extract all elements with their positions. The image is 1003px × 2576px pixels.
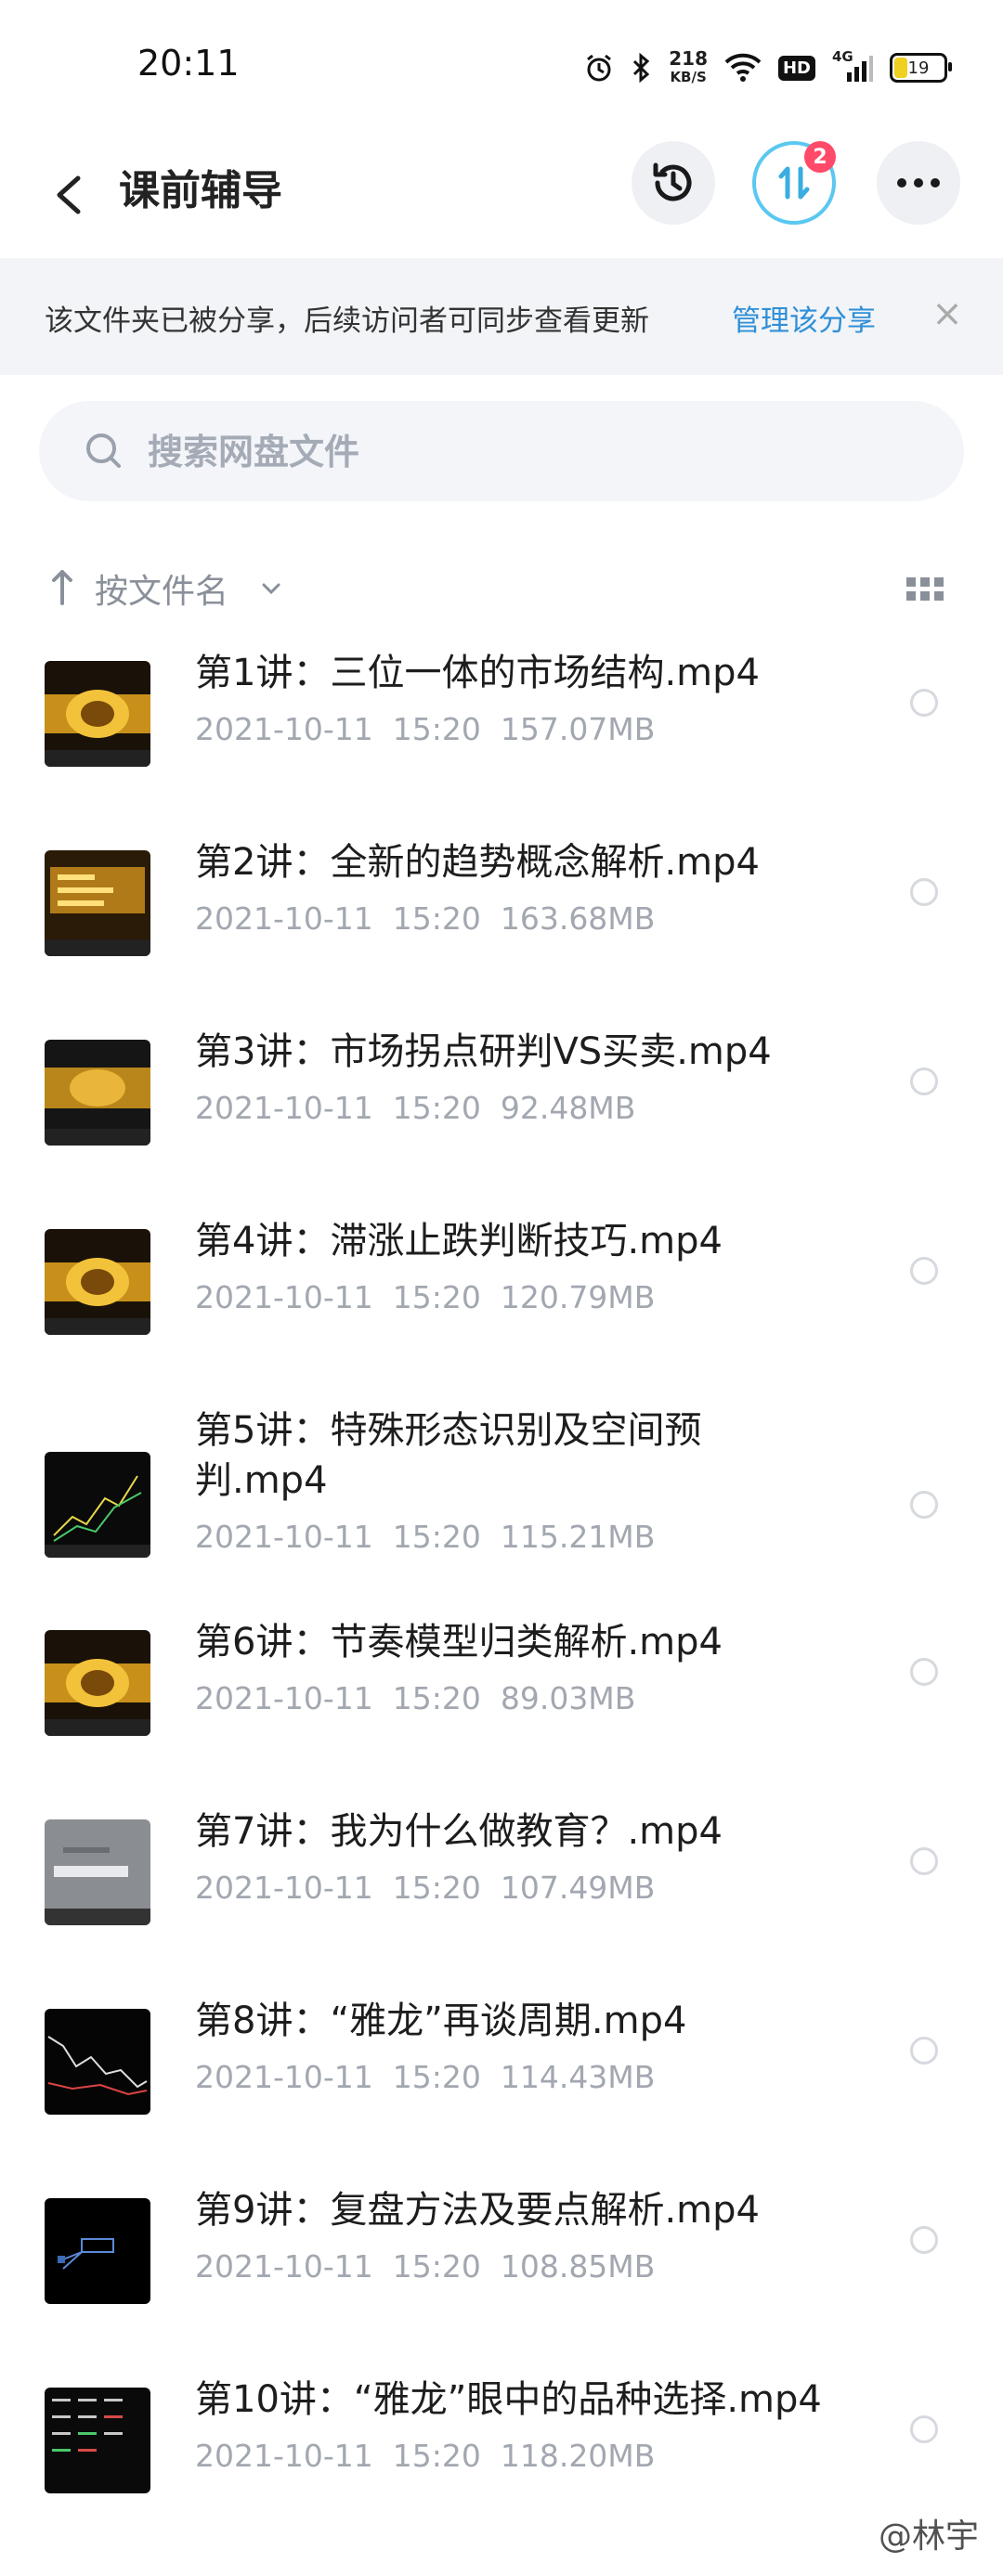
file-row[interactable]: 第3讲：市场拐点研判VS买卖.mp4 2021-10-11 15:20 92.48… xyxy=(0,1019,1003,1209)
file-name: 第3讲：市场拐点研判VS买卖.mp4 xyxy=(195,1030,772,1073)
back-icon[interactable] xyxy=(46,162,93,227)
file-row[interactable]: 第10讲：“雅龙”眼中的品种选择.mp4 2021-10-11 15:20 118… xyxy=(0,2367,1003,2557)
bluetooth-icon xyxy=(633,52,650,84)
sort-arrow-icon[interactable] xyxy=(48,566,76,607)
search-icon xyxy=(86,434,121,468)
alarm-icon xyxy=(587,54,612,82)
file-meta: 2021-10-11 15:20 157.07MB xyxy=(195,711,656,747)
status-time: 20:11 xyxy=(137,43,240,84)
video-thumbnail[interactable] xyxy=(45,1040,150,1146)
share-notice-text: 该文件夹已被分享，后续访问者可同步查看更新 xyxy=(45,304,649,338)
file-text: 第5讲：特殊形态识别及空间预判.mp4 2021-10-11 15:20 115.… xyxy=(195,1405,752,1555)
network-speed-value: 218 xyxy=(669,47,708,70)
file-meta: 2021-10-11 15:20 92.48MB xyxy=(195,1090,636,1126)
network-speed-unit: KB/S xyxy=(670,69,707,85)
file-text: 第9讲：复盘方法及要点解析.mp4 2021-10-11 15:20 108.85… xyxy=(195,2185,901,2285)
select-checkbox[interactable] xyxy=(910,689,938,717)
video-thumbnail[interactable] xyxy=(45,1819,150,1925)
file-list: 第1讲：三位一体的市场结构.mp4 2021-10-11 15:20 157.07… xyxy=(0,641,1003,2557)
select-checkbox[interactable] xyxy=(910,1847,938,1875)
sort-by-name[interactable]: 按文件名 xyxy=(95,564,228,613)
file-meta: 2021-10-11 15:20 163.68MB xyxy=(195,900,656,937)
file-name: 第2讲：全新的趋势概念解析.mp4 xyxy=(195,841,760,884)
file-text: 第6讲：节奏模型归类解析.mp4 2021-10-11 15:20 89.03MB xyxy=(195,1617,901,1716)
video-thumbnail[interactable] xyxy=(45,850,150,956)
more-button[interactable] xyxy=(877,141,960,225)
file-row[interactable]: 第2讲：全新的趋势概念解析.mp4 2021-10-11 15:20 163.68… xyxy=(0,830,1003,1019)
file-name: 第8讲：“雅龙”再谈周期.mp4 xyxy=(195,2000,687,2042)
select-checkbox[interactable] xyxy=(910,878,938,906)
file-name: 第10讲：“雅龙”眼中的品种选择.mp4 xyxy=(195,2378,822,2421)
video-thumbnail[interactable] xyxy=(45,661,150,767)
select-checkbox[interactable] xyxy=(910,1491,938,1519)
file-name: 第4讲：滞涨止跌判断技巧.mp4 xyxy=(195,1220,723,1262)
file-meta: 2021-10-11 15:20 115.21MB xyxy=(195,1519,656,1555)
more-icon xyxy=(897,178,940,188)
file-text: 第3讲：市场拐点研判VS买卖.mp4 2021-10-11 15:20 92.48… xyxy=(195,1027,901,1126)
select-checkbox[interactable] xyxy=(910,1257,938,1285)
file-text: 第10讲：“雅龙”眼中的品种选择.mp4 2021-10-11 15:20 118… xyxy=(195,2375,901,2474)
file-text: 第2讲：全新的趋势概念解析.mp4 2021-10-11 15:20 163.68… xyxy=(195,837,901,937)
file-text: 第7讲：我为什么做教育？.mp4 2021-10-11 15:20 107.49M… xyxy=(195,1806,901,1906)
search-bar[interactable] xyxy=(39,401,964,503)
chevron-down-icon[interactable] xyxy=(258,576,284,602)
file-meta: 2021-10-11 15:20 107.49MB xyxy=(195,1870,656,1906)
file-row[interactable]: 第5讲：特殊形态识别及空间预判.mp4 2021-10-11 15:20 115.… xyxy=(0,1398,1003,1610)
file-meta: 2021-10-11 15:20 120.79MB xyxy=(195,1279,656,1315)
select-checkbox[interactable] xyxy=(910,1068,938,1095)
file-row[interactable]: 第4讲：滞涨止跌判断技巧.mp4 2021-10-11 15:20 120.79M… xyxy=(0,1209,1003,1398)
file-meta: 2021-10-11 15:20 118.20MB xyxy=(195,2438,656,2474)
video-thumbnail[interactable] xyxy=(45,2009,150,2115)
signal-label: 4G xyxy=(832,48,853,65)
wifi-icon xyxy=(724,53,762,82)
sort-row: 按文件名 xyxy=(0,557,1003,622)
battery-icon: 19 xyxy=(890,53,952,83)
file-row[interactable]: 第9讲：复盘方法及要点解析.mp4 2021-10-11 15:20 108.85… xyxy=(0,2178,1003,2367)
watermark: @林宇 xyxy=(878,2518,979,2556)
select-checkbox[interactable] xyxy=(910,1658,938,1686)
header: 课前辅导 2 xyxy=(0,130,1003,260)
history-icon xyxy=(653,162,692,201)
video-thumbnail[interactable] xyxy=(45,1630,150,1736)
transfer-button[interactable]: 2 xyxy=(752,141,836,225)
select-checkbox[interactable] xyxy=(910,2415,938,2443)
video-thumbnail[interactable] xyxy=(45,1229,150,1335)
file-row[interactable]: 第1讲：三位一体的市场结构.mp4 2021-10-11 15:20 157.07… xyxy=(0,641,1003,830)
search-input[interactable] xyxy=(146,401,892,503)
transfer-badge: 2 xyxy=(804,141,836,173)
share-notice-bar: 该文件夹已被分享，后续访问者可同步查看更新 管理该分享 × xyxy=(0,258,1003,375)
grid-view-icon[interactable] xyxy=(906,576,944,603)
manage-share-link[interactable]: 管理该分享 xyxy=(732,297,876,339)
file-name: 第5讲：特殊形态识别及空间预判.mp4 xyxy=(195,1409,702,1502)
file-meta: 2021-10-11 15:20 108.85MB xyxy=(195,2248,656,2285)
file-row[interactable]: 第7讲：我为什么做教育？.mp4 2021-10-11 15:20 107.49M… xyxy=(0,1799,1003,1988)
file-text: 第8讲：“雅龙”再谈周期.mp4 2021-10-11 15:20 114.43M… xyxy=(195,1996,901,2095)
file-name: 第9讲：复盘方法及要点解析.mp4 xyxy=(195,2189,760,2232)
video-thumbnail[interactable] xyxy=(45,2388,150,2493)
file-meta: 2021-10-11 15:20 114.43MB xyxy=(195,2059,656,2095)
network-speed: 218 KB/S xyxy=(669,49,708,86)
file-meta: 2021-10-11 15:20 89.03MB xyxy=(195,1680,636,1716)
close-icon[interactable]: × xyxy=(929,286,966,342)
status-bar: 20:11 218 KB/S HD 4G 19 xyxy=(0,0,1003,130)
file-name: 第6讲：节奏模型归类解析.mp4 xyxy=(195,1621,723,1663)
video-thumbnail[interactable] xyxy=(45,2198,150,2304)
history-button[interactable] xyxy=(632,141,715,225)
file-row[interactable]: 第6讲：节奏模型归类解析.mp4 2021-10-11 15:20 89.03MB xyxy=(0,1610,1003,1799)
file-text: 第4讲：滞涨止跌判断技巧.mp4 2021-10-11 15:20 120.79M… xyxy=(195,1216,901,1315)
battery-level: 19 xyxy=(907,58,930,78)
file-name: 第7讲：我为什么做教育？.mp4 xyxy=(195,1810,723,1853)
file-row[interactable]: 第8讲：“雅龙”再谈周期.mp4 2021-10-11 15:20 114.43M… xyxy=(0,1988,1003,2178)
status-icons: 218 KB/S HD 4G 19 xyxy=(583,45,952,91)
signal-icon: 4G xyxy=(832,48,873,84)
select-checkbox[interactable] xyxy=(910,2226,938,2254)
hd-badge: HD xyxy=(777,55,815,81)
file-name: 第1讲：三位一体的市场结构.mp4 xyxy=(195,652,760,694)
video-thumbnail[interactable] xyxy=(45,1452,150,1558)
select-checkbox[interactable] xyxy=(910,2037,938,2065)
page-title: 课前辅导 xyxy=(119,167,282,214)
file-text: 第1讲：三位一体的市场结构.mp4 2021-10-11 15:20 157.07… xyxy=(195,648,901,747)
